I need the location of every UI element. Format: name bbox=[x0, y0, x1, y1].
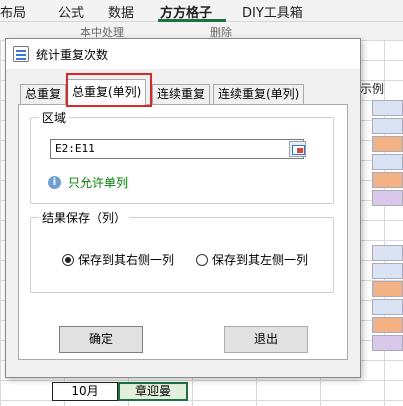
info-icon: i bbox=[48, 176, 61, 189]
example-strip bbox=[372, 281, 403, 297]
range-select-icon[interactable] bbox=[289, 141, 306, 157]
example-panel-label: 示例 bbox=[360, 82, 385, 96]
ribbon-tab-formulas[interactable]: 公式 bbox=[58, 2, 84, 21]
example-strip bbox=[372, 263, 403, 279]
cell-month[interactable]: 10月 bbox=[52, 382, 118, 401]
dialog-window: 统计重复次数 总重复 总重复(单列) 连续重复 连续重复(单列) 区域 E2:E… bbox=[5, 38, 361, 378]
example-strip bbox=[372, 299, 403, 315]
radio-save-left[interactable] bbox=[196, 253, 208, 266]
example-strip bbox=[372, 172, 403, 188]
cell-selected[interactable]: 章迎曼 bbox=[118, 382, 188, 401]
example-strip bbox=[372, 317, 403, 333]
tab-consecutive-duplicates-single-column[interactable]: 连续重复(单列) bbox=[213, 84, 305, 104]
tab-consecutive-duplicates[interactable]: 连续重复 bbox=[152, 84, 211, 104]
option-save-right[interactable]: 保存到其右侧一列 bbox=[62, 251, 174, 268]
dialog-title: 统计重复次数 bbox=[36, 48, 109, 62]
single-column-hint: 只允许单列 bbox=[68, 176, 129, 190]
ribbon-tab-diy[interactable]: DIY工具箱 bbox=[242, 2, 303, 21]
example-strip bbox=[372, 136, 403, 152]
example-strip bbox=[372, 335, 403, 351]
example-strip bbox=[372, 190, 403, 206]
option-save-left-label: 保存到其左侧一列 bbox=[212, 253, 309, 267]
tab-total-duplicates[interactable]: 总重复 bbox=[20, 84, 67, 104]
app-icon bbox=[13, 46, 29, 62]
result-group-label: 结果保存（列） bbox=[39, 209, 130, 226]
example-strip bbox=[372, 118, 403, 134]
example-strip bbox=[372, 154, 403, 170]
exit-button[interactable]: 退出 bbox=[224, 326, 308, 353]
example-strip bbox=[372, 245, 403, 261]
ribbon-tab-layout[interactable]: 布局 bbox=[0, 2, 26, 21]
tab-total-duplicates-single-column[interactable]: 总重复(单列) bbox=[67, 79, 147, 105]
ribbon-tab-bar: 布局 公式 数据 方方格子 DIY工具箱 bbox=[0, 0, 403, 22]
ribbon-tab-data[interactable]: 数据 bbox=[108, 2, 134, 21]
ok-button[interactable]: 确定 bbox=[59, 326, 143, 353]
dialog-titlebar[interactable]: 统计重复次数 bbox=[6, 39, 360, 69]
option-save-right-label: 保存到其右侧一列 bbox=[78, 253, 175, 267]
example-strip bbox=[372, 100, 403, 116]
radio-save-right[interactable] bbox=[62, 253, 74, 266]
option-save-left[interactable]: 保存到其左侧一列 bbox=[196, 251, 308, 268]
range-input[interactable]: E2:E11 bbox=[50, 139, 304, 159]
region-group-label: 区域 bbox=[39, 109, 70, 126]
